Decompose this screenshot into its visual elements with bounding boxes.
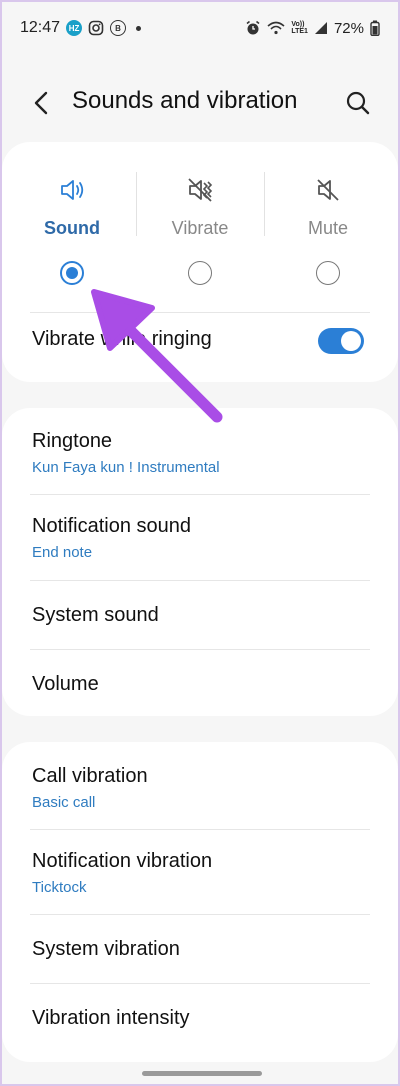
wifi-icon xyxy=(267,21,285,35)
page-title: Sounds and vibration xyxy=(72,87,298,114)
sound-mode-selector: Sound Vibrate Mute xyxy=(8,170,392,290)
vibration-intensity-item[interactable]: Vibration intensity xyxy=(32,1007,368,1030)
b-app-icon: B xyxy=(110,20,127,36)
ringtone-settings-card: Ringtone Kun Faya kun ! Instrumental Not… xyxy=(2,408,398,716)
lte-label: LTE1 xyxy=(291,28,308,35)
home-indicator[interactable] xyxy=(142,1071,262,1076)
battery-icon xyxy=(370,20,380,36)
mode-mute-label: Mute xyxy=(307,218,349,238)
divider xyxy=(30,914,370,915)
divider xyxy=(30,983,370,984)
vibration-intensity-title: Vibration intensity xyxy=(32,1007,190,1029)
system-sound-item[interactable]: System sound xyxy=(32,604,368,627)
hz-app-icon: HZ xyxy=(66,20,83,36)
annotation-arrow-icon xyxy=(91,289,223,423)
volume-title: Volume xyxy=(32,673,99,695)
app-header: Sounds and vibration xyxy=(2,78,398,128)
mode-vibrate[interactable]: Vibrate xyxy=(136,170,264,290)
alarm-icon xyxy=(246,20,260,35)
divider xyxy=(30,580,370,581)
notification-sound-title: Notification sound xyxy=(32,515,191,537)
system-vibration-title: System vibration xyxy=(32,938,180,960)
battery-percent: 72% xyxy=(333,19,364,37)
system-vibration-item[interactable]: System vibration xyxy=(32,938,368,961)
mode-vibrate-label: Vibrate xyxy=(171,218,229,238)
notification-vibration-item[interactable]: Notification vibration Ticktock xyxy=(32,850,368,896)
mode-sound-label: Sound xyxy=(44,218,100,238)
instagram-icon xyxy=(88,20,104,36)
mute-icon xyxy=(317,179,339,201)
status-right: Vo)) LTE1 72% xyxy=(245,20,380,37)
mode-mute-radio[interactable] xyxy=(316,261,340,285)
signal-icon xyxy=(314,22,327,34)
divider xyxy=(30,494,370,495)
vibrate-icon xyxy=(188,178,213,202)
notification-vibration-title: Notification vibration xyxy=(32,850,213,872)
phone-screen: 12:47 HZ B Vo)) LTE1 72% Sounds and vibr… xyxy=(0,0,400,1086)
call-vibration-value: Basic call xyxy=(32,794,96,811)
mode-sound-radio[interactable] xyxy=(60,261,84,285)
ringtone-value: Kun Faya kun ! Instrumental xyxy=(32,459,220,476)
notification-sound-value: End note xyxy=(32,544,93,561)
back-icon[interactable] xyxy=(28,88,56,118)
vibration-settings-card: Call vibration Basic call Notification v… xyxy=(2,742,398,1062)
divider xyxy=(30,829,370,830)
status-left: 12:47 HZ B xyxy=(20,19,142,37)
status-bar: 12:47 HZ B Vo)) LTE1 72% xyxy=(2,2,398,54)
volume-item[interactable]: Volume xyxy=(32,673,368,696)
volte-label: Vo)) xyxy=(291,21,305,28)
mode-mute[interactable]: Mute xyxy=(264,170,392,290)
more-notifications-dot xyxy=(136,25,142,31)
mode-sound[interactable]: Sound xyxy=(8,170,136,290)
search-icon[interactable] xyxy=(344,89,372,117)
network-type-label: Vo)) LTE1 xyxy=(291,21,308,35)
speaker-icon xyxy=(61,180,84,200)
ringtone-title: Ringtone xyxy=(32,430,113,452)
call-vibration-item[interactable]: Call vibration Basic call xyxy=(32,765,368,811)
vibrate-while-ringing-toggle[interactable] xyxy=(318,328,364,354)
divider xyxy=(30,649,370,650)
ringtone-item[interactable]: Ringtone Kun Faya kun ! Instrumental xyxy=(32,430,368,476)
toggle-knob xyxy=(341,331,361,351)
notification-sound-item[interactable]: Notification sound End note xyxy=(32,515,368,561)
call-vibration-title: Call vibration xyxy=(32,765,148,787)
notification-vibration-value: Ticktock xyxy=(32,879,87,896)
system-sound-title: System sound xyxy=(32,604,159,626)
status-time: 12:47 xyxy=(20,19,61,36)
